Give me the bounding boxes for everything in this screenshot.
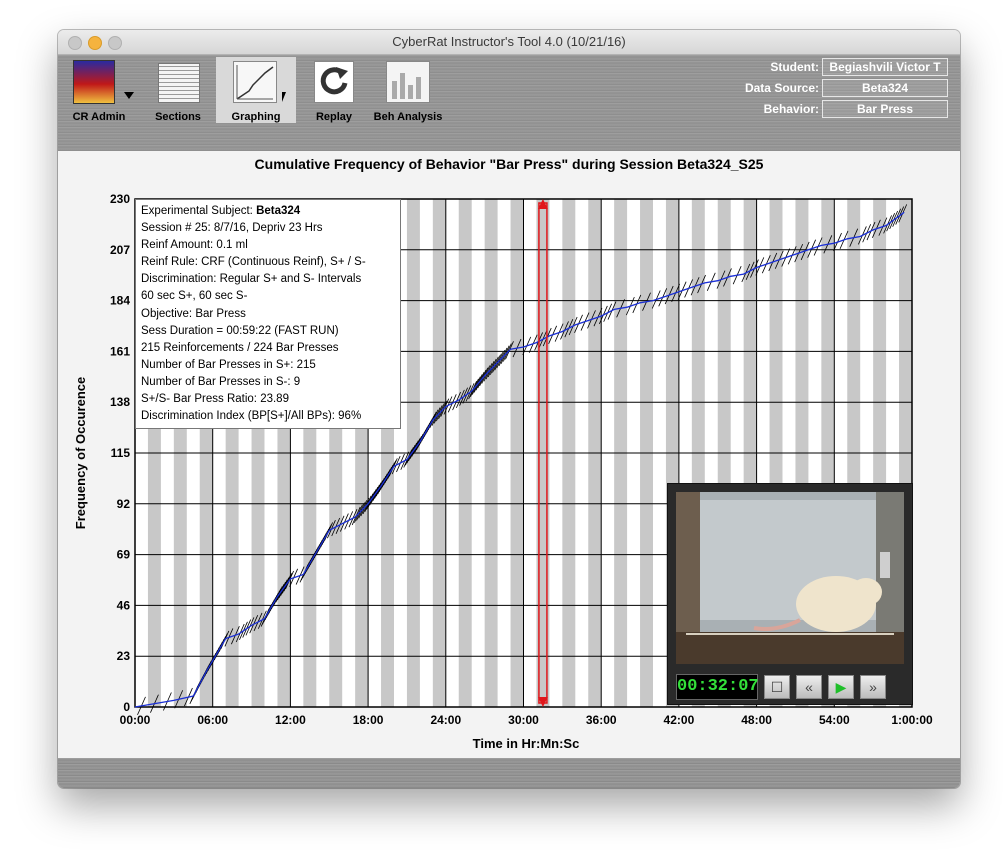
behavior-label: Behavior: <box>763 102 819 116</box>
y-tick-label: 138 <box>110 395 130 409</box>
sections-button[interactable]: Sections <box>150 57 206 123</box>
fast-forward-icon: » <box>869 679 877 695</box>
step-back-button[interactable]: « <box>796 675 822 699</box>
y-tick-label: 161 <box>110 344 130 358</box>
video-player: 00:32:07 ☐ « ▶ » <box>667 483 913 705</box>
y-tick-label: 0 <box>123 700 130 714</box>
info-line: 60 sec S+, 60 sec S- <box>141 290 248 303</box>
info-line: Number of Bar Presses in S-: 9 <box>141 375 301 388</box>
beh-analysis-label: Beh Analysis <box>373 111 443 123</box>
bar-chart-icon <box>386 61 430 103</box>
x-tick-label: 18:00 <box>353 713 384 727</box>
info-line: S+/S- Bar Press Ratio: 23.89 <box>141 393 289 406</box>
x-tick-label: 00:00 <box>120 713 151 727</box>
data-source-row: Data Source: Beta324 <box>745 79 948 97</box>
graph-panel: Cumulative Frequency of Behavior "Bar Pr… <box>58 151 960 758</box>
rat-video-frame[interactable] <box>676 492 904 664</box>
rat-chamber-image <box>676 492 904 664</box>
chevron-down-icon[interactable] <box>124 92 134 99</box>
toolbar: CR Admin Sections Graphing Replay Beh An… <box>58 55 960 151</box>
x-tick-label: 06:00 <box>197 713 228 727</box>
replay-arrow-icon <box>314 61 354 103</box>
x-tick-label: 1:00:00 <box>891 713 933 727</box>
session-info-box: Experimental Subject: Beta324 Session # … <box>135 199 401 429</box>
info-line: Reinf Rule: CRF (Continuous Reinf), S+ /… <box>141 256 366 269</box>
play-icon: ▶ <box>835 679 847 695</box>
beh-analysis-button[interactable]: Beh Analysis <box>368 57 448 123</box>
x-tick-label: 36:00 <box>586 713 617 727</box>
stop-button[interactable]: ☐ <box>764 675 790 699</box>
info-subject: Experimental Subject: Beta324 <box>141 203 400 220</box>
info-subject-value: Beta324 <box>256 205 301 217</box>
x-tick-label: 12:00 <box>275 713 306 727</box>
info-line: Number of Bar Presses in S+: 215 <box>141 358 316 371</box>
info-line: Sess Duration = 00:59:22 (FAST RUN) <box>141 324 339 337</box>
data-source-field[interactable]: Beta324 <box>822 79 948 97</box>
behavior-field[interactable]: Bar Press <box>822 100 948 118</box>
title-bar[interactable]: CyberRat Instructor's Tool 4.0 (10/21/16… <box>58 30 960 55</box>
rewind-icon: « <box>805 679 813 695</box>
student-field[interactable]: Begiashvili Victor T <box>822 58 948 76</box>
x-tick-label: 30:00 <box>508 713 539 727</box>
sections-label: Sections <box>155 111 201 123</box>
x-tick-label: 54:00 <box>819 713 850 727</box>
y-tick-label: 230 <box>110 192 130 206</box>
y-tick-label: 92 <box>117 497 131 511</box>
app-window: CyberRat Instructor's Tool 4.0 (10/21/16… <box>58 30 960 788</box>
x-axis-label: Time in Hr:Mn:Sc <box>473 736 580 751</box>
status-bar <box>58 758 960 788</box>
mouse-cursor-icon <box>282 92 292 102</box>
data-source-label: Data Source: <box>744 81 819 95</box>
play-button[interactable]: ▶ <box>828 675 854 699</box>
cr-admin-button[interactable]: CR Admin <box>58 57 140 123</box>
cumulative-graph-icon <box>233 61 277 103</box>
behavior-row: Behavior: Bar Press <box>764 100 948 118</box>
y-tick-label: 46 <box>117 598 131 612</box>
y-tick-label: 184 <box>110 294 130 308</box>
y-tick-label: 23 <box>117 649 131 663</box>
student-row: Student: Begiashvili Victor T <box>770 58 948 76</box>
info-line: Discrimination: Regular S+ and S- Interv… <box>141 273 362 286</box>
window-title: CyberRat Instructor's Tool 4.0 (10/21/16… <box>392 34 626 49</box>
y-tick-label: 207 <box>110 243 130 257</box>
fast-forward-button[interactable]: » <box>860 675 886 699</box>
y-axis-label: Frequency of Occurence <box>73 377 88 529</box>
graphing-button[interactable]: Graphing <box>216 57 296 123</box>
info-line: Session # 25: 8/7/16, Depriv 23 Hrs <box>141 222 323 235</box>
graphing-label: Graphing <box>231 111 281 123</box>
cyberrat-logo-icon <box>73 60 115 104</box>
x-tick-label: 42:00 <box>664 713 695 727</box>
info-line: 215 Reinforcements / 224 Bar Presses <box>141 341 339 354</box>
info-subject-prefix: Experimental Subject: <box>141 205 257 217</box>
y-tick-label: 69 <box>117 548 131 562</box>
info-line: Objective: Bar Press <box>141 307 246 320</box>
x-tick-label: 48:00 <box>741 713 772 727</box>
info-line: Discrimination Index (BP[S+]/All BPs): 9… <box>141 410 362 423</box>
replay-button[interactable]: Replay <box>306 57 362 123</box>
replay-label: Replay <box>315 111 353 123</box>
stop-icon: ☐ <box>770 679 784 695</box>
x-tick-label: 24:00 <box>430 713 461 727</box>
student-label: Student: <box>770 60 819 74</box>
info-line: Reinf Amount: 0.1 ml <box>141 239 248 252</box>
cr-admin-label: CR Admin <box>72 111 126 123</box>
spreadsheet-icon <box>158 63 200 103</box>
y-tick-label: 115 <box>111 446 131 460</box>
video-timecode: 00:32:07 <box>676 674 759 700</box>
